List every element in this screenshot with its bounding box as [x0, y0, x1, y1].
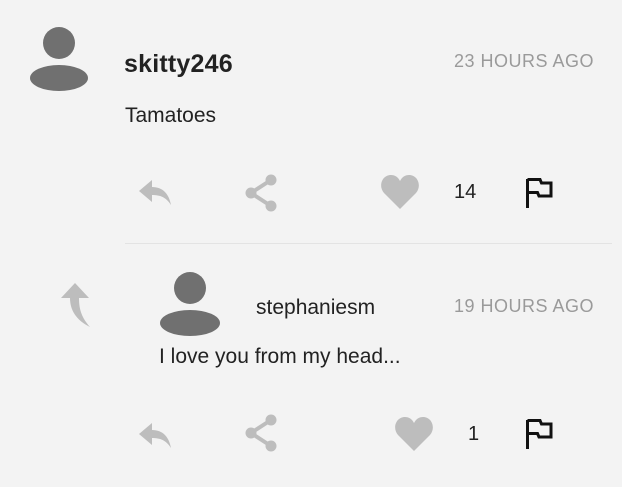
reply-button[interactable] — [138, 178, 172, 206]
flag-button[interactable] — [524, 417, 554, 451]
flag-icon — [526, 419, 553, 449]
like-button[interactable] — [380, 173, 420, 211]
comment-text: I love you from my head... — [159, 345, 401, 368]
user-avatar-icon — [30, 27, 88, 91]
comment-username[interactable]: stephaniesm — [256, 296, 375, 320]
like-count: 1 — [468, 423, 480, 445]
like-count: 14 — [454, 181, 477, 203]
share-icon — [245, 174, 277, 212]
avatar[interactable] — [159, 272, 221, 336]
reply-arrow-icon — [139, 423, 171, 448]
share-button[interactable] — [244, 174, 278, 212]
avatar[interactable] — [29, 27, 89, 91]
share-button[interactable] — [244, 414, 278, 452]
comment-timestamp: 23 HOURS AGO — [453, 51, 594, 71]
comment-timestamp: 19 HOURS AGO — [453, 296, 594, 316]
heart-icon — [381, 175, 419, 209]
flag-icon — [526, 178, 553, 208]
flag-button[interactable] — [524, 176, 554, 210]
comment-text: Tamatoes — [125, 104, 217, 127]
heart-icon — [395, 417, 433, 451]
comment-divider — [125, 243, 612, 244]
share-icon — [245, 414, 277, 452]
reply-arrow-icon — [139, 180, 171, 205]
user-avatar-icon — [160, 272, 220, 336]
reply-button[interactable] — [138, 421, 172, 449]
up-arrow-icon — [61, 283, 90, 327]
thread-up-button[interactable] — [58, 282, 94, 328]
like-button[interactable] — [394, 415, 434, 453]
comment-username[interactable]: skitty246 — [124, 50, 233, 79]
